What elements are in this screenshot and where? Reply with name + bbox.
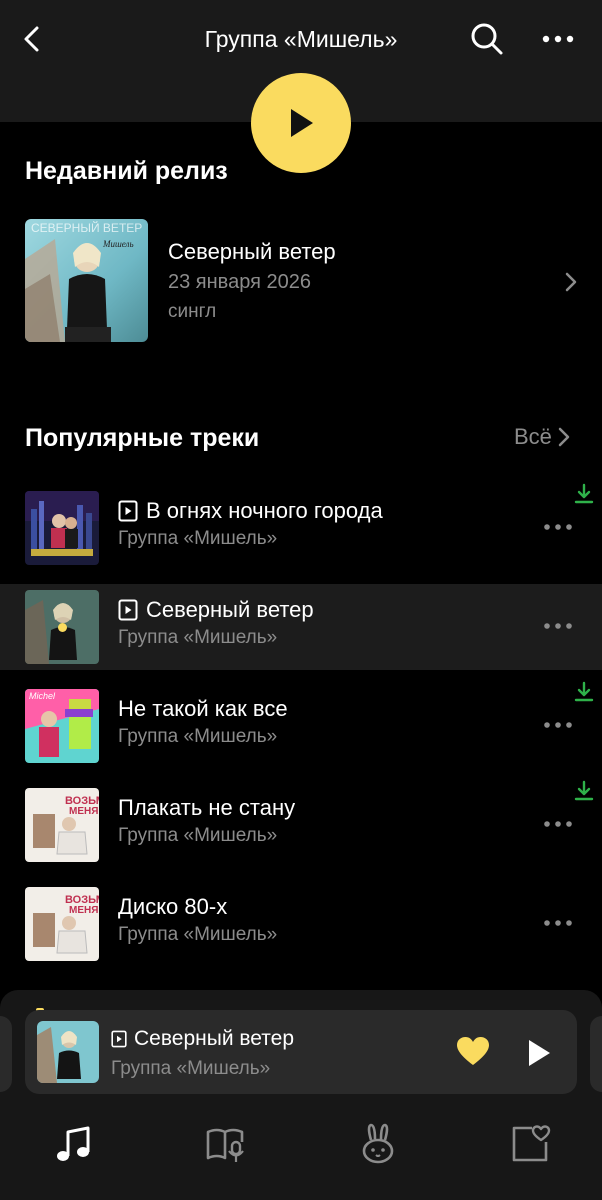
recent-release-card[interactable]: СЕВЕРНЫЙ ВЕТЕР Мишель Северный ветер 23 … [0,210,602,350]
svg-text:Michel: Michel [29,691,56,701]
mini-player[interactable]: Северный ветер Группа «Мишель» [25,1010,577,1094]
track-more-button[interactable] [540,713,576,737]
more-icon [544,920,572,926]
track-cover: Michel [25,689,99,763]
track-cover: ВОЗЬМИ МЕНЯ [25,887,99,961]
release-date: 23 января 2026 [168,271,311,293]
track-artist: Группа «Мишель» [118,825,278,846]
track-name: Северный ветер [146,597,314,622]
tab-podcasts-books[interactable] [204,1122,248,1166]
track-artist: Группа «Мишель» [118,924,278,945]
popular-tracks-heading: Популярные треки [25,424,260,452]
chevron-right-icon [558,427,570,447]
track-title: Не такой как все [118,696,288,722]
tab-collection[interactable] [508,1122,552,1166]
book-mic-icon [206,1128,244,1162]
track-name: Диско 80-х [118,894,228,919]
track-more-button[interactable] [540,911,576,935]
tab-kids[interactable] [356,1122,400,1166]
svg-text:МЕНЯ: МЕНЯ [69,905,98,916]
release-type: сингл [168,301,217,322]
track-title: В огнях ночного города [118,498,383,524]
svg-text:МЕНЯ: МЕНЯ [69,806,98,817]
track-cover: ВОЗЬМИ МЕНЯ [25,788,99,862]
video-clip-icon [118,500,138,522]
track-name: Не такой как все [118,696,288,721]
track-cover [25,590,99,664]
search-button[interactable] [468,20,506,58]
track-cover [25,491,99,565]
more-icon [544,524,572,530]
downloaded-icon [574,780,594,801]
mini-player-cover [37,1021,99,1083]
search-icon [471,23,503,55]
tab-music[interactable] [52,1122,96,1166]
track-title: Плакать не стану [118,795,295,821]
tab-bar [0,1100,602,1200]
more-icon [544,722,572,728]
show-all-link[interactable]: Всё [514,424,572,450]
track-name: В огнях ночного города [146,498,383,523]
release-cover: СЕВЕРНЫЙ ВЕТЕР Мишель [25,219,148,342]
play-icon [529,1040,550,1066]
more-icon [544,821,572,827]
track-more-button[interactable] [540,812,576,836]
mini-play-button[interactable] [521,1036,555,1070]
rabbit-icon [362,1123,394,1164]
page-title: Группа «Мишель» [204,26,398,52]
next-track-card[interactable] [590,1016,602,1092]
svg-text:Мишель: Мишель [102,239,134,249]
track-row[interactable]: ВОЗЬМИ МЕНЯ Плакать не стану Группа «Миш… [0,780,602,868]
mini-player-title: Северный ветер [111,1027,294,1051]
more-options-button[interactable] [536,24,580,54]
show-all-label: Всё [514,424,552,449]
track-title: Диско 80-х [118,894,227,920]
downloaded-icon [574,483,594,504]
play-icon [291,109,313,137]
downloaded-icon [574,681,594,702]
more-icon [542,35,574,43]
playing-indicator [58,623,67,632]
prev-track-card[interactable] [0,1016,12,1092]
track-row[interactable]: В огнях ночного города Группа «Мишель» [0,483,602,571]
play-artist-button[interactable] [251,73,351,173]
recent-release-heading: Недавний релиз [25,157,228,185]
mini-player-artist: Группа «Мишель» [111,1058,271,1079]
release-name: Северный ветер [168,239,336,264]
track-row[interactable]: Michel Не такой как все Группа «Мишель» [0,681,602,769]
heart-icon [457,1037,489,1065]
svg-text:СЕВЕРНЫЙ ВЕТЕР: СЕВЕРНЫЙ ВЕТЕР [31,220,142,235]
track-artist: Группа «Мишель» [118,528,278,549]
track-artist: Группа «Мишель» [118,627,278,648]
track-name: Плакать не стану [118,795,296,820]
collection-heart-icon [512,1125,551,1162]
track-row[interactable]: ВОЗЬМИ МЕНЯ Диско 80-х Группа «Мишель» [0,881,602,967]
track-more-button[interactable] [540,515,576,539]
track-row[interactable]: Северный ветер Группа «Мишель» [0,584,602,670]
music-note-icon [57,1126,90,1161]
track-more-button[interactable] [540,614,576,638]
more-icon [544,623,572,629]
chevron-right-icon [560,268,582,296]
mini-player-name: Северный ветер [134,1027,295,1050]
like-button[interactable] [455,1034,491,1070]
track-artist: Группа «Мишель» [118,726,278,747]
track-title: Северный ветер [118,597,314,623]
video-clip-icon [118,599,138,621]
video-clip-icon [111,1030,127,1048]
